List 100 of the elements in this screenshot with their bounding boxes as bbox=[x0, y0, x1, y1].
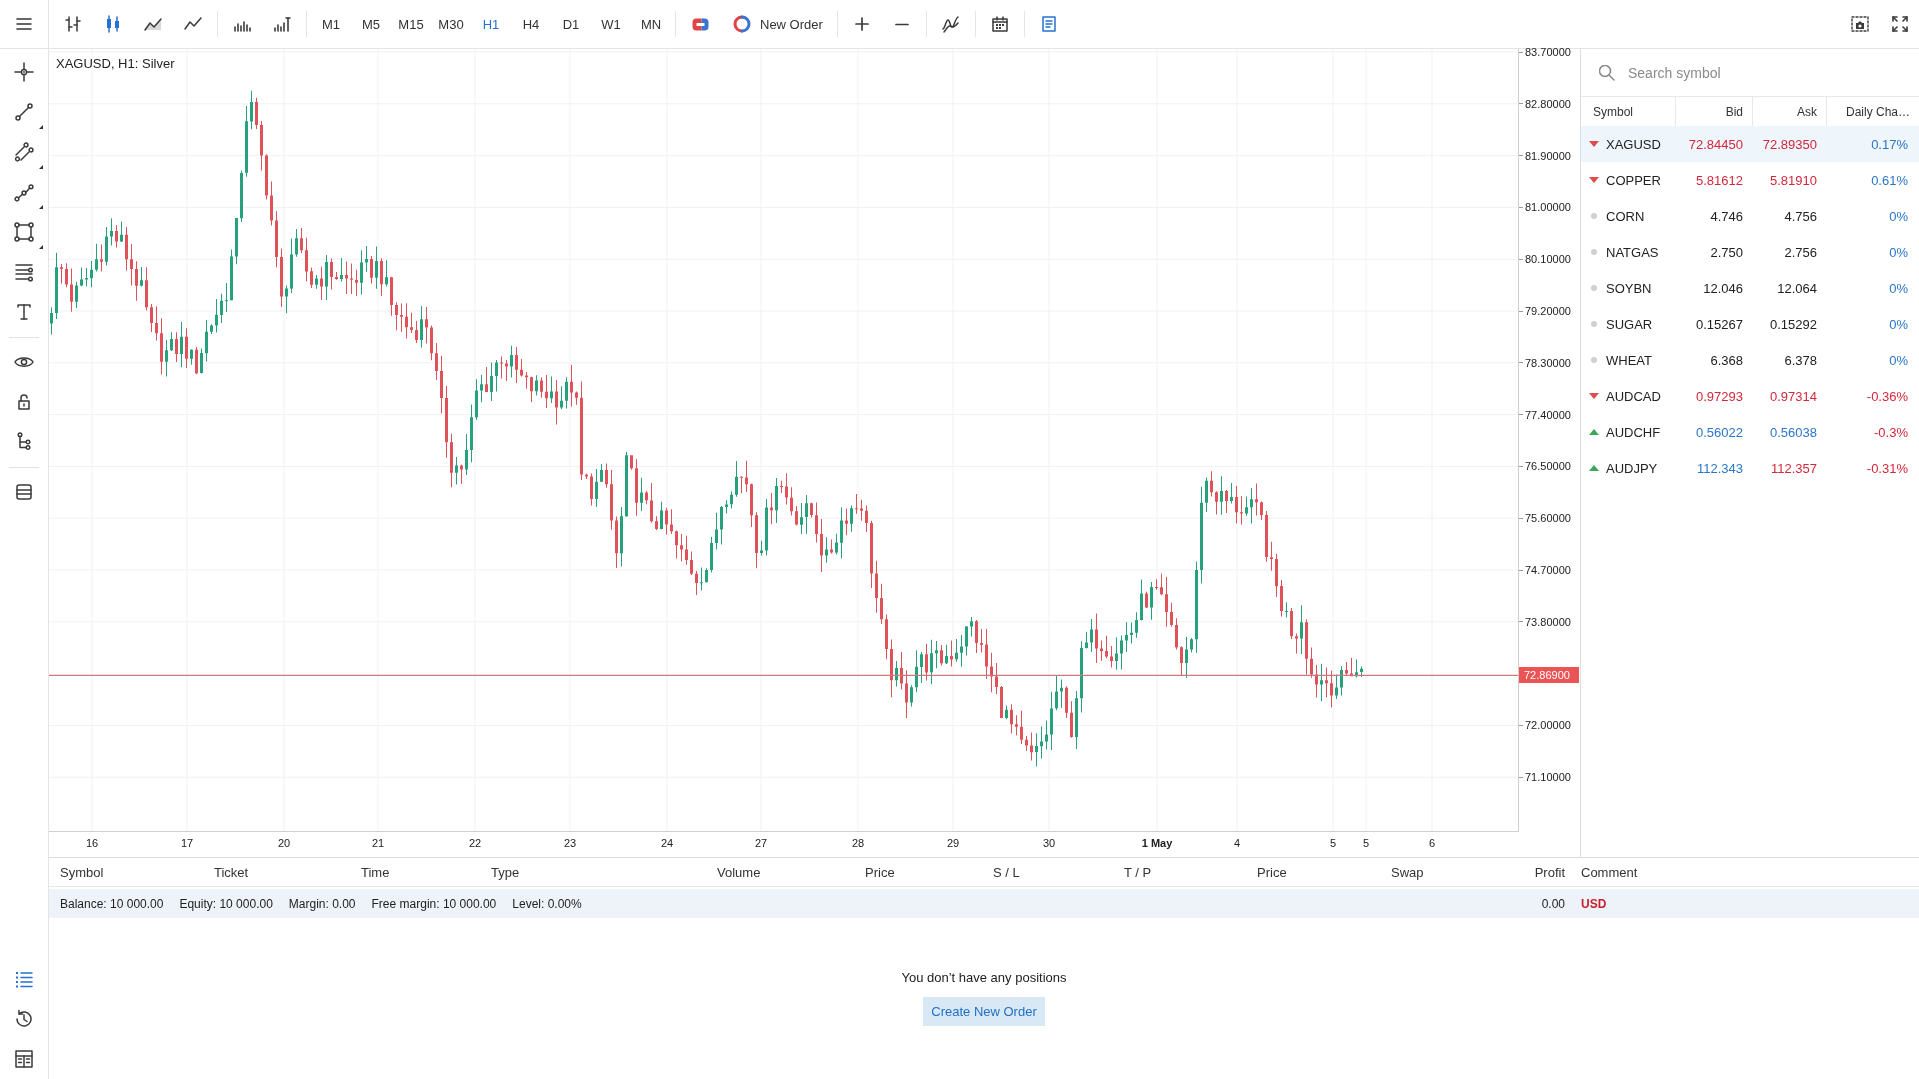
column-header[interactable]: Symbol bbox=[1581, 97, 1675, 126]
date-axis-label: 27 bbox=[754, 837, 768, 849]
symbol-name: AUDCAD bbox=[1606, 388, 1661, 404]
date-axis-label: 6 bbox=[1428, 837, 1436, 849]
ohlc-bars-icon bbox=[63, 14, 83, 34]
daily-change: 0.61% bbox=[1870, 172, 1909, 188]
price-axis-label: 74.70000 bbox=[1525, 564, 1571, 576]
stacked-list-icon bbox=[13, 481, 35, 503]
date-axis-label: 17 bbox=[180, 837, 194, 849]
corner-triangle-icon bbox=[39, 125, 43, 129]
fullscreen-icon bbox=[1892, 16, 1908, 32]
price-axis-label: 81.00000 bbox=[1525, 201, 1571, 214]
date-axis-label: 16 bbox=[85, 837, 99, 849]
history-icon bbox=[13, 1008, 35, 1030]
watchlist-row[interactable]: SUGAR 0.15267 0.15292 0% bbox=[1581, 306, 1919, 342]
bid-price: 12.046 bbox=[1702, 280, 1744, 296]
bid-price: 0.56022 bbox=[1695, 424, 1744, 440]
daily-change: -0.36% bbox=[1865, 388, 1909, 404]
watchlist-row[interactable]: AUDCAD 0.97293 0.97314 -0.36% bbox=[1581, 378, 1919, 414]
daily-change: 0% bbox=[1888, 208, 1909, 224]
timeframe-button[interactable]: H4 bbox=[513, 6, 549, 42]
column-header: Price bbox=[1257, 864, 1288, 880]
daily-change: 0.17% bbox=[1870, 136, 1909, 152]
bid-price: 2.750 bbox=[1709, 244, 1744, 260]
ask-price: 12.064 bbox=[1776, 280, 1818, 296]
plus-icon bbox=[854, 17, 869, 31]
daily-change: -0.31% bbox=[1865, 460, 1909, 476]
volume-bars-icon bbox=[272, 14, 292, 34]
date-axis-label: 23 bbox=[563, 837, 577, 849]
new-order-button[interactable]: New Order bbox=[722, 6, 831, 42]
date-axis-label: 5 bbox=[1329, 837, 1337, 849]
corner-triangle-icon bbox=[39, 245, 43, 249]
currency-label: USD bbox=[1580, 896, 1608, 911]
timeframe-button[interactable]: MN bbox=[633, 6, 669, 42]
corner-triangle-icon bbox=[39, 205, 43, 209]
rectangle-icon bbox=[13, 221, 35, 243]
bid-price: 0.15267 bbox=[1695, 316, 1744, 332]
column-header: Price bbox=[865, 864, 896, 880]
horizontal-lines-icon bbox=[13, 261, 35, 283]
account-summary-text: Balance: 10 000.00 bbox=[60, 896, 164, 911]
timeframe-button[interactable]: H1 bbox=[473, 6, 509, 42]
crosshair-icon bbox=[13, 61, 35, 83]
account-summary-text: Free margin: 10 000.00 bbox=[371, 896, 497, 911]
price-axis-label: 78.30000 bbox=[1525, 356, 1571, 369]
timeframe-button[interactable]: M15 bbox=[393, 6, 429, 42]
column-header: S / L bbox=[993, 864, 1021, 880]
parallel-lines-icon bbox=[13, 141, 35, 163]
daily-change: -0.3% bbox=[1873, 424, 1909, 440]
timeframe-button[interactable]: M5 bbox=[353, 6, 389, 42]
timeframe-button[interactable]: M1 bbox=[313, 6, 349, 42]
date-axis-label: 24 bbox=[660, 837, 674, 849]
price-axis-label: 75.60000 bbox=[1525, 512, 1571, 525]
date-axis-label: 30 bbox=[1042, 837, 1056, 849]
symbol-name: AUDCHF bbox=[1606, 424, 1661, 440]
column-header: Type bbox=[491, 864, 521, 880]
symbol-name: AUDJPY bbox=[1606, 460, 1658, 476]
timeframe-button[interactable]: D1 bbox=[553, 6, 589, 42]
watchlist-row[interactable]: AUDJPY 112.343 112.357 -0.31% bbox=[1581, 450, 1919, 486]
watchlist-row[interactable]: WHEAT 6.368 6.378 0% bbox=[1581, 342, 1919, 378]
diagonal-line-icon bbox=[13, 101, 35, 123]
ask-price: 4.756 bbox=[1783, 208, 1818, 224]
watchlist-row[interactable]: COPPER 5.81612 5.81910 0.61% bbox=[1581, 162, 1919, 198]
watchlist-row[interactable]: AUDCHF 0.56022 0.56038 -0.3% bbox=[1581, 414, 1919, 450]
ask-price: 72.89350 bbox=[1761, 136, 1818, 152]
date-axis-label: 4 bbox=[1233, 837, 1241, 849]
date-axis-label: 22 bbox=[468, 837, 482, 849]
column-header: Ticket bbox=[214, 864, 250, 880]
watchlist-row[interactable]: CORN 4.746 4.756 0% bbox=[1581, 198, 1919, 234]
search-icon bbox=[1599, 64, 1615, 81]
total-profit: 0.00 bbox=[1540, 896, 1566, 911]
column-header: Volume bbox=[717, 864, 762, 880]
symbol-name: XAGUSD bbox=[1606, 136, 1661, 152]
empty-state-message: You don’t have any positions bbox=[901, 970, 1067, 985]
watchlist-row[interactable]: XAGUSD 72.84450 72.89350 0.17% bbox=[1581, 126, 1919, 162]
bid-price: 6.368 bbox=[1709, 352, 1744, 368]
account-summary-text: Equity: 10 000.00 bbox=[179, 896, 273, 911]
symbol-name: COPPER bbox=[1606, 172, 1661, 188]
column-header: Swap bbox=[1391, 864, 1425, 880]
camera-icon bbox=[1851, 16, 1869, 32]
watchlist-row[interactable]: NATGAS 2.750 2.756 0% bbox=[1581, 234, 1919, 270]
account-summary-text: Margin: 0.00 bbox=[288, 896, 356, 911]
bid-price: 4.746 bbox=[1709, 208, 1744, 224]
symbol-name: CORN bbox=[1606, 208, 1645, 224]
daily-change: 0% bbox=[1888, 280, 1909, 296]
date-axis-label: 21 bbox=[371, 837, 385, 849]
symbol-name: SOYBN bbox=[1606, 280, 1652, 296]
column-header: T / P bbox=[1124, 864, 1153, 880]
timeframe-button[interactable]: M30 bbox=[433, 6, 469, 42]
bid-price: 0.97293 bbox=[1695, 388, 1744, 404]
create-order-button[interactable]: Create New Order bbox=[923, 997, 1045, 1026]
column-header: Symbol bbox=[60, 864, 105, 880]
switch-icon bbox=[691, 17, 709, 31]
timeframe-button[interactable]: W1 bbox=[593, 6, 629, 42]
bid-price: 112.343 bbox=[1695, 460, 1744, 476]
ask-price: 0.97314 bbox=[1769, 388, 1818, 404]
watchlist-row[interactable]: SOYBN 12.046 12.064 0% bbox=[1581, 270, 1919, 306]
price-axis-label: 73.80000 bbox=[1525, 615, 1571, 628]
search-field[interactable]: Search symbol bbox=[1628, 64, 1868, 81]
date-axis-label: 1 May bbox=[1141, 837, 1173, 849]
price-axis-label: 81.90000 bbox=[1525, 149, 1571, 162]
